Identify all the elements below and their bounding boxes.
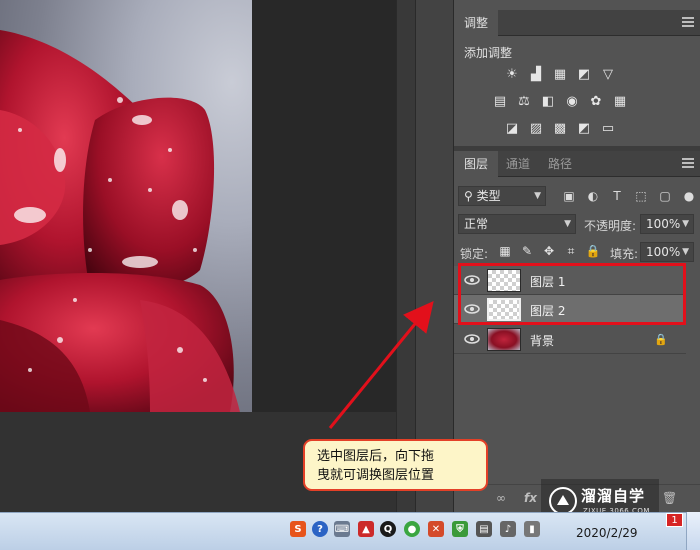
- watermark-logo: [549, 487, 577, 515]
- show-desktop-button[interactable]: [686, 512, 700, 550]
- volume-icon[interactable]: ♪: [500, 521, 516, 537]
- fx-icon[interactable]: fx: [524, 491, 537, 505]
- signal-icon[interactable]: ▮: [524, 521, 540, 537]
- network-tray-icon[interactable]: ✕: [428, 521, 444, 537]
- help-icon[interactable]: ?: [312, 521, 328, 537]
- security-icon[interactable]: ●: [404, 521, 420, 537]
- qq-icon[interactable]: Q: [380, 521, 396, 537]
- notification-badge[interactable]: 1: [666, 513, 683, 527]
- callout-line-1: 选中图层后，向下拖: [317, 449, 435, 464]
- watermark-text: 溜溜自学: [581, 487, 646, 505]
- sogou-ime-icon[interactable]: S: [290, 521, 306, 537]
- app-tray-icon[interactable]: ▲: [358, 521, 374, 537]
- instruction-callout: 选中图层后，向下拖 曳就可调换图层位置: [303, 439, 488, 491]
- shield-icon[interactable]: ⛨: [452, 521, 468, 537]
- link-layers-icon[interactable]: ∞: [496, 491, 506, 505]
- photoshop-window: 调整 添加调整 ☀ ▟ ▦ ◩ ▽ ▤ ⚖ ◧ ◉ ✿ ▦ ◪ ▨ ▩ ◩ ▭: [0, 0, 700, 550]
- callout-line-2: 曳就可调换图层位置: [317, 468, 435, 483]
- delete-layer-icon[interactable]: 🗑: [662, 491, 677, 505]
- taskbar-date[interactable]: 2020/2/29: [576, 526, 638, 540]
- device-icon[interactable]: ▤: [476, 521, 492, 537]
- keyboard-icon[interactable]: ⌨: [334, 521, 350, 537]
